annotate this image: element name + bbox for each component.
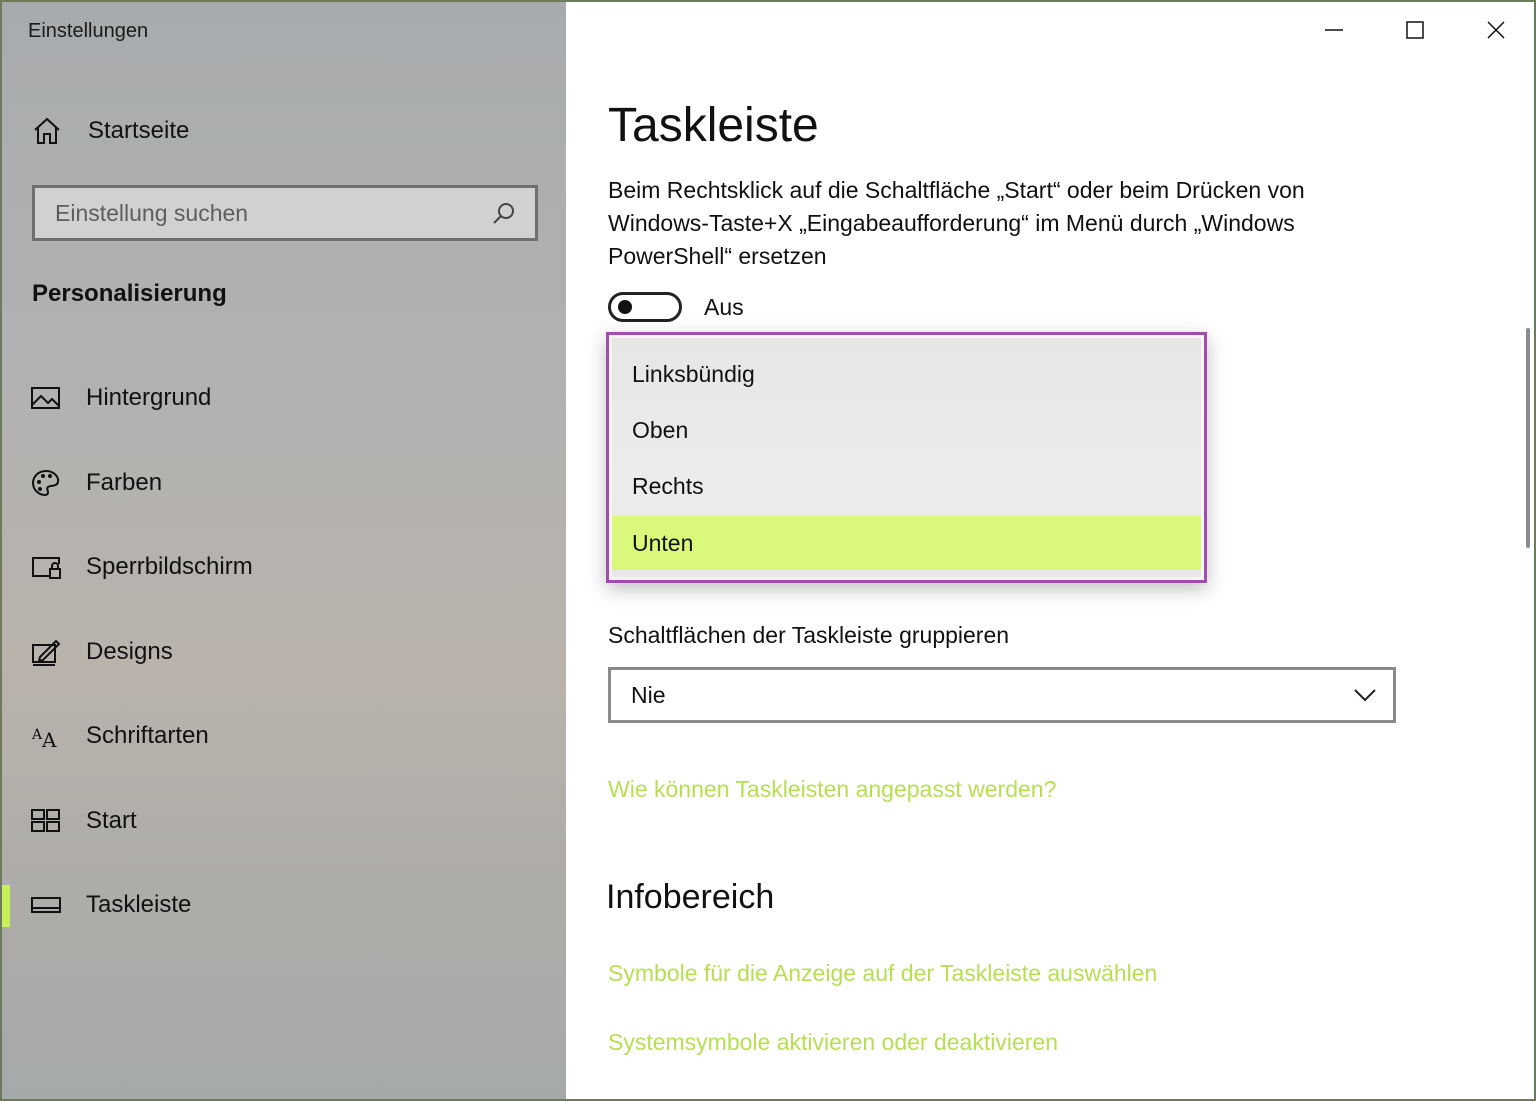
sidebar-item-hintergrund[interactable]: Hintergrund <box>2 368 566 428</box>
sidebar-item-taskleiste[interactable]: Taskleiste <box>2 875 566 935</box>
start-tiles-icon <box>31 809 60 832</box>
minimize-button[interactable] <box>1304 10 1364 50</box>
sidebar-item-label: Schriftarten <box>86 722 209 749</box>
powershell-setting-description: Beim Rechtsklick auf die Schaltfläche „S… <box>608 177 1305 269</box>
search-icon[interactable] <box>491 200 517 226</box>
designs-icon <box>32 639 61 666</box>
sidebar-item-label: Hintergrund <box>86 384 212 411</box>
sidebar: Einstellungen Startseite Personalisierun… <box>2 2 566 1099</box>
maximize-button[interactable] <box>1385 10 1445 50</box>
fonts-icon: A A <box>31 727 57 751</box>
close-icon <box>1487 21 1505 39</box>
home-icon <box>34 117 60 144</box>
toggle-knob <box>618 300 632 314</box>
sidebar-item-label: Sperrbildschirm <box>86 553 253 580</box>
palette-icon <box>31 469 60 497</box>
sidebar-item-label: Taskleiste <box>86 891 192 918</box>
minimize-icon <box>1325 29 1343 31</box>
powershell-toggle-row: Aus <box>608 289 744 325</box>
settings-window: Einstellungen Startseite Personalisierun… <box>0 0 1536 1101</box>
home-nav-item[interactable]: Startseite <box>32 110 189 152</box>
toggle-state-label: Aus <box>704 293 744 320</box>
search-input[interactable] <box>53 198 491 228</box>
sidebar-item-start[interactable]: Start <box>2 791 566 851</box>
sidebar-item-label: Start <box>86 807 137 834</box>
svg-text:A: A <box>41 728 57 751</box>
option-label: Oben <box>632 416 689 443</box>
select-taskbar-icons-link[interactable]: Symbole für die Anzeige auf der Taskleis… <box>608 960 1157 987</box>
notification-area-heading: Infobereich <box>606 878 775 916</box>
system-icons-toggle-link[interactable]: Systemsymbole aktivieren oder deaktivier… <box>608 1029 1058 1056</box>
lock-screen-icon <box>32 557 61 579</box>
maximize-icon <box>1406 21 1424 39</box>
sidebar-item-farben[interactable]: Farben <box>2 453 566 513</box>
chevron-down-icon <box>1354 689 1376 702</box>
group-buttons-label: Schaltflächen der Taskleiste gruppieren <box>608 622 1010 648</box>
sidebar-item-label: Designs <box>86 638 173 665</box>
option-oben[interactable]: Oben <box>612 403 1201 457</box>
sidebar-item-schriftarten[interactable]: A A Schriftarten <box>2 706 566 766</box>
active-indicator <box>2 885 10 927</box>
option-rechts[interactable]: Rechts <box>612 459 1201 513</box>
scrollbar-thumb[interactable] <box>1526 328 1530 548</box>
option-label: Linksbündig <box>632 360 755 387</box>
window-title: Einstellungen <box>28 20 149 42</box>
group-buttons-select[interactable]: Nie <box>608 667 1396 723</box>
sidebar-item-label: Farben <box>86 469 163 496</box>
home-label: Startseite <box>88 117 190 144</box>
option-label: Unten <box>632 529 694 556</box>
picture-icon <box>31 387 60 409</box>
taskbar-position-dropdown-list: Linksbündig Oben Rechts Unten <box>606 332 1207 583</box>
close-button[interactable] <box>1466 10 1526 50</box>
powershell-toggle[interactable] <box>608 292 682 322</box>
section-title: Personalisierung <box>32 280 227 307</box>
sidebar-item-designs[interactable]: Designs <box>2 622 566 682</box>
page-title: Taskleiste <box>608 99 819 152</box>
option-unten[interactable]: Unten <box>612 516 1201 570</box>
group-buttons-value: Nie <box>631 681 666 708</box>
settings-search-box[interactable] <box>32 185 538 241</box>
taskbar-help-link[interactable]: Wie können Taskleisten angepasst werden? <box>608 776 1056 803</box>
option-label: Rechts <box>632 472 704 499</box>
option-linksbuendig[interactable]: Linksbündig <box>612 347 1201 401</box>
sidebar-item-sperrbildschirm[interactable]: Sperrbildschirm <box>2 537 566 597</box>
taskbar-icon <box>31 897 61 913</box>
